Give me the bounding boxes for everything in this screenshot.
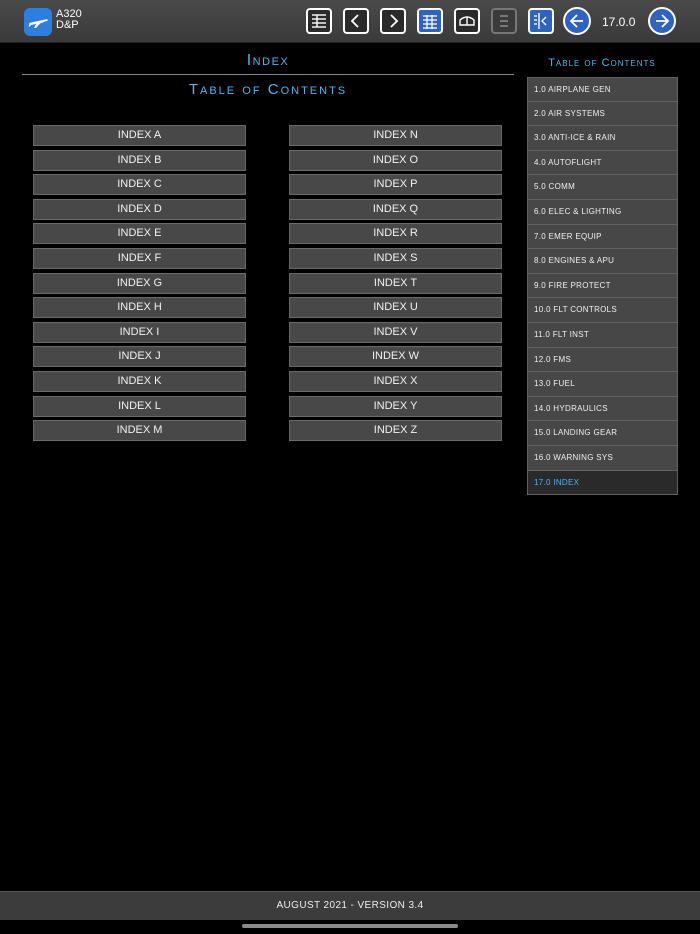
sidebar-item-comm[interactable]: 5.0 COMM: [527, 175, 678, 200]
sidebar-icon[interactable]: [528, 8, 554, 34]
sidebar-item-engines-apu[interactable]: 8.0 ENGINES & APU: [527, 249, 678, 274]
index-z-button[interactable]: INDEX Z: [289, 420, 502, 442]
version-footer: AUGUST 2021 - VERSION 3.4: [0, 891, 700, 920]
sidebar-item-fuel[interactable]: 13.0 FUEL: [527, 372, 678, 397]
window-icon[interactable]: [454, 8, 480, 34]
index-q-button[interactable]: INDEX Q: [289, 198, 502, 220]
index-j-button[interactable]: INDEX J: [33, 346, 246, 368]
index-x-button[interactable]: INDEX X: [289, 370, 502, 392]
sidebar-item-airplane-gen[interactable]: 1.0 AIRPLANE GEN: [527, 77, 678, 102]
sidebar-toc: 1.0 AIRPLANE GEN 2.0 AIR SYSTEMS 3.0 ANT…: [527, 77, 678, 496]
index-g-button[interactable]: INDEX G: [33, 272, 246, 294]
home-indicator[interactable]: [242, 924, 458, 928]
app-name-line2: D&P: [56, 19, 79, 31]
index-m-button[interactable]: INDEX M: [33, 420, 246, 442]
index-a-button[interactable]: INDEX A: [33, 125, 246, 146]
title-divider: [22, 74, 514, 75]
index-c-button[interactable]: INDEX C: [33, 174, 246, 196]
sidebar-item-autoflight[interactable]: 4.0 AUTOFLIGHT: [527, 150, 678, 176]
index-l-button[interactable]: INDEX L: [33, 395, 246, 417]
index-o-button[interactable]: INDEX O: [289, 149, 502, 171]
page-number: 17.0.0: [602, 15, 636, 29]
index-column-left: INDEX A INDEX B INDEX C INDEX D INDEX E …: [33, 125, 246, 445]
app-name: A320 D&P: [56, 9, 82, 31]
sidebar-item-flt-controls[interactable]: 10.0 FLT CONTROLS: [527, 298, 678, 323]
page-subtitle: Table of Contents: [188, 81, 348, 98]
sidebar-item-fms[interactable]: 12.0 FMS: [527, 347, 678, 373]
sidebar-title: Table of Contents: [548, 57, 656, 69]
sidebar-item-elec-lighting[interactable]: 6.0 ELEC & LIGHTING: [527, 199, 678, 225]
sidebar-item-warning-sys[interactable]: 16.0 WARNING SYS: [527, 445, 678, 471]
index-f-button[interactable]: INDEX F: [33, 247, 246, 269]
sidebar-item-index[interactable]: 17.0 INDEX: [527, 470, 678, 496]
arrow-left-circle-icon[interactable]: [563, 7, 591, 35]
top-toolbar: A320 D&P 17.0.0: [0, 0, 700, 43]
chevron-left-icon[interactable]: [343, 8, 369, 34]
index-y-button[interactable]: INDEX Y: [289, 395, 502, 417]
index-w-button[interactable]: INDEX W: [289, 346, 502, 368]
index-s-button[interactable]: INDEX S: [289, 247, 502, 269]
sidebar-item-air-systems[interactable]: 2.0 AIR SYSTEMS: [527, 101, 678, 127]
sidebar-item-landing-gear[interactable]: 15.0 LANDING GEAR: [527, 421, 678, 446]
list-icon[interactable]: [306, 8, 332, 34]
index-column-right: INDEX N INDEX O INDEX P INDEX Q INDEX R …: [289, 125, 502, 445]
sidebar-item-fire-protect[interactable]: 9.0 FIRE PROTECT: [527, 273, 678, 299]
index-k-button[interactable]: INDEX K: [33, 370, 246, 392]
index-u-button[interactable]: INDEX U: [289, 297, 502, 319]
index-e-button[interactable]: INDEX E: [33, 223, 246, 245]
index-h-button[interactable]: INDEX H: [33, 297, 246, 319]
index-b-button[interactable]: INDEX B: [33, 149, 246, 171]
lines-icon[interactable]: [491, 8, 517, 34]
index-p-button[interactable]: INDEX P: [289, 174, 502, 196]
index-n-button[interactable]: INDEX N: [289, 125, 502, 146]
sidebar-item-hydraulics[interactable]: 14.0 HYDRAULICS: [527, 396, 678, 422]
index-t-button[interactable]: INDEX T: [289, 272, 502, 294]
sidebar-item-flt-inst[interactable]: 11.0 FLT INST: [527, 322, 678, 348]
grid-icon[interactable]: [417, 8, 443, 34]
sidebar-item-anti-ice-rain[interactable]: 3.0 ANTI-ICE & RAIN: [527, 126, 678, 151]
sidebar-item-emer-equip[interactable]: 7.0 EMER EQUIP: [527, 224, 678, 250]
airplane-icon[interactable]: [24, 8, 52, 36]
index-d-button[interactable]: INDEX D: [33, 198, 246, 220]
page-title: Index: [246, 52, 290, 69]
index-r-button[interactable]: INDEX R: [289, 223, 502, 245]
index-v-button[interactable]: INDEX V: [289, 321, 502, 343]
arrow-right-circle-icon[interactable]: [648, 7, 676, 35]
index-i-button[interactable]: INDEX I: [33, 321, 246, 343]
chevron-right-icon[interactable]: [380, 8, 406, 34]
